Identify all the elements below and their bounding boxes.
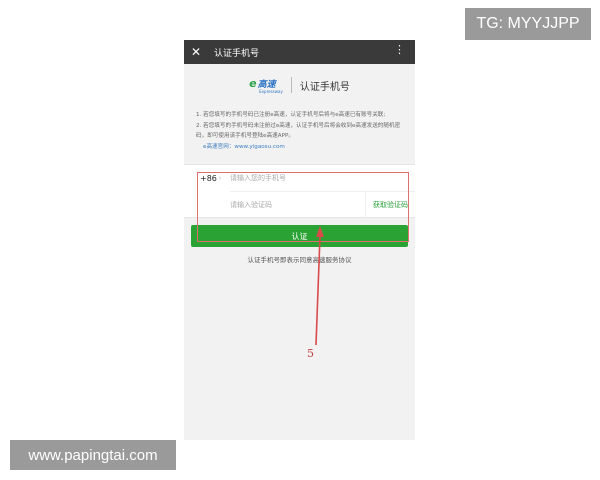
brand-divider bbox=[290, 77, 292, 93]
egaosu-logo: e 高速 Expressway bbox=[249, 77, 283, 94]
page-title: 认证手机号 bbox=[214, 48, 260, 59]
instructions: 1. 若您填写的手机号码已注册e高速，认证手机号后将与e高速已有账号关联; 2.… bbox=[184, 102, 415, 152]
code-row: 获取验证码 bbox=[230, 191, 415, 218]
note-item-1: 1. 若您填写的手机号码已注册e高速，认证手机号后将与e高速已有账号关联; bbox=[196, 112, 386, 118]
watermark-telegram: TG: MYYJJPP bbox=[465, 8, 591, 40]
note-item-2: 2. 若您填写的手机号码未注册过e高速，认证手机号后将会收到e高速发送的随机密码… bbox=[196, 123, 401, 139]
country-code-select[interactable]: +86 bbox=[184, 174, 217, 183]
title-bar: ✕ 认证手机号 ⋮ bbox=[184, 40, 415, 64]
phone-row: +86 › bbox=[184, 165, 415, 191]
phone-input[interactable] bbox=[230, 174, 415, 182]
get-code-button[interactable]: 获取验证码 bbox=[365, 191, 415, 218]
brand-heading: 认证手机号 bbox=[299, 81, 350, 93]
more-vertical-icon[interactable]: ⋮ bbox=[394, 44, 405, 55]
verify-button[interactable]: 认证 bbox=[191, 225, 408, 247]
watermark-site: www.papingtai.com bbox=[10, 440, 176, 470]
verify-form: +86 › 获取验证码 bbox=[184, 164, 415, 218]
close-icon[interactable]: ✕ bbox=[184, 45, 208, 59]
annotation-step-number: 5 bbox=[307, 347, 314, 360]
website-link[interactable]: e高速官网：www.yigaosu.com bbox=[196, 142, 403, 152]
brand-header: e 高速 Expressway 认证手机号 bbox=[184, 68, 415, 102]
chevron-right-icon[interactable]: › bbox=[210, 174, 230, 182]
logo-letter: e bbox=[249, 76, 257, 90]
verification-code-input[interactable] bbox=[230, 200, 365, 209]
agreement-text[interactable]: 认证手机号即表示同意高速服务协议 bbox=[184, 254, 415, 264]
phone-screen: ✕ 认证手机号 ⋮ e 高速 Expressway 认证手机号 1. 若您填写的… bbox=[184, 40, 415, 440]
logo-subtitle: Expressway bbox=[259, 88, 283, 94]
